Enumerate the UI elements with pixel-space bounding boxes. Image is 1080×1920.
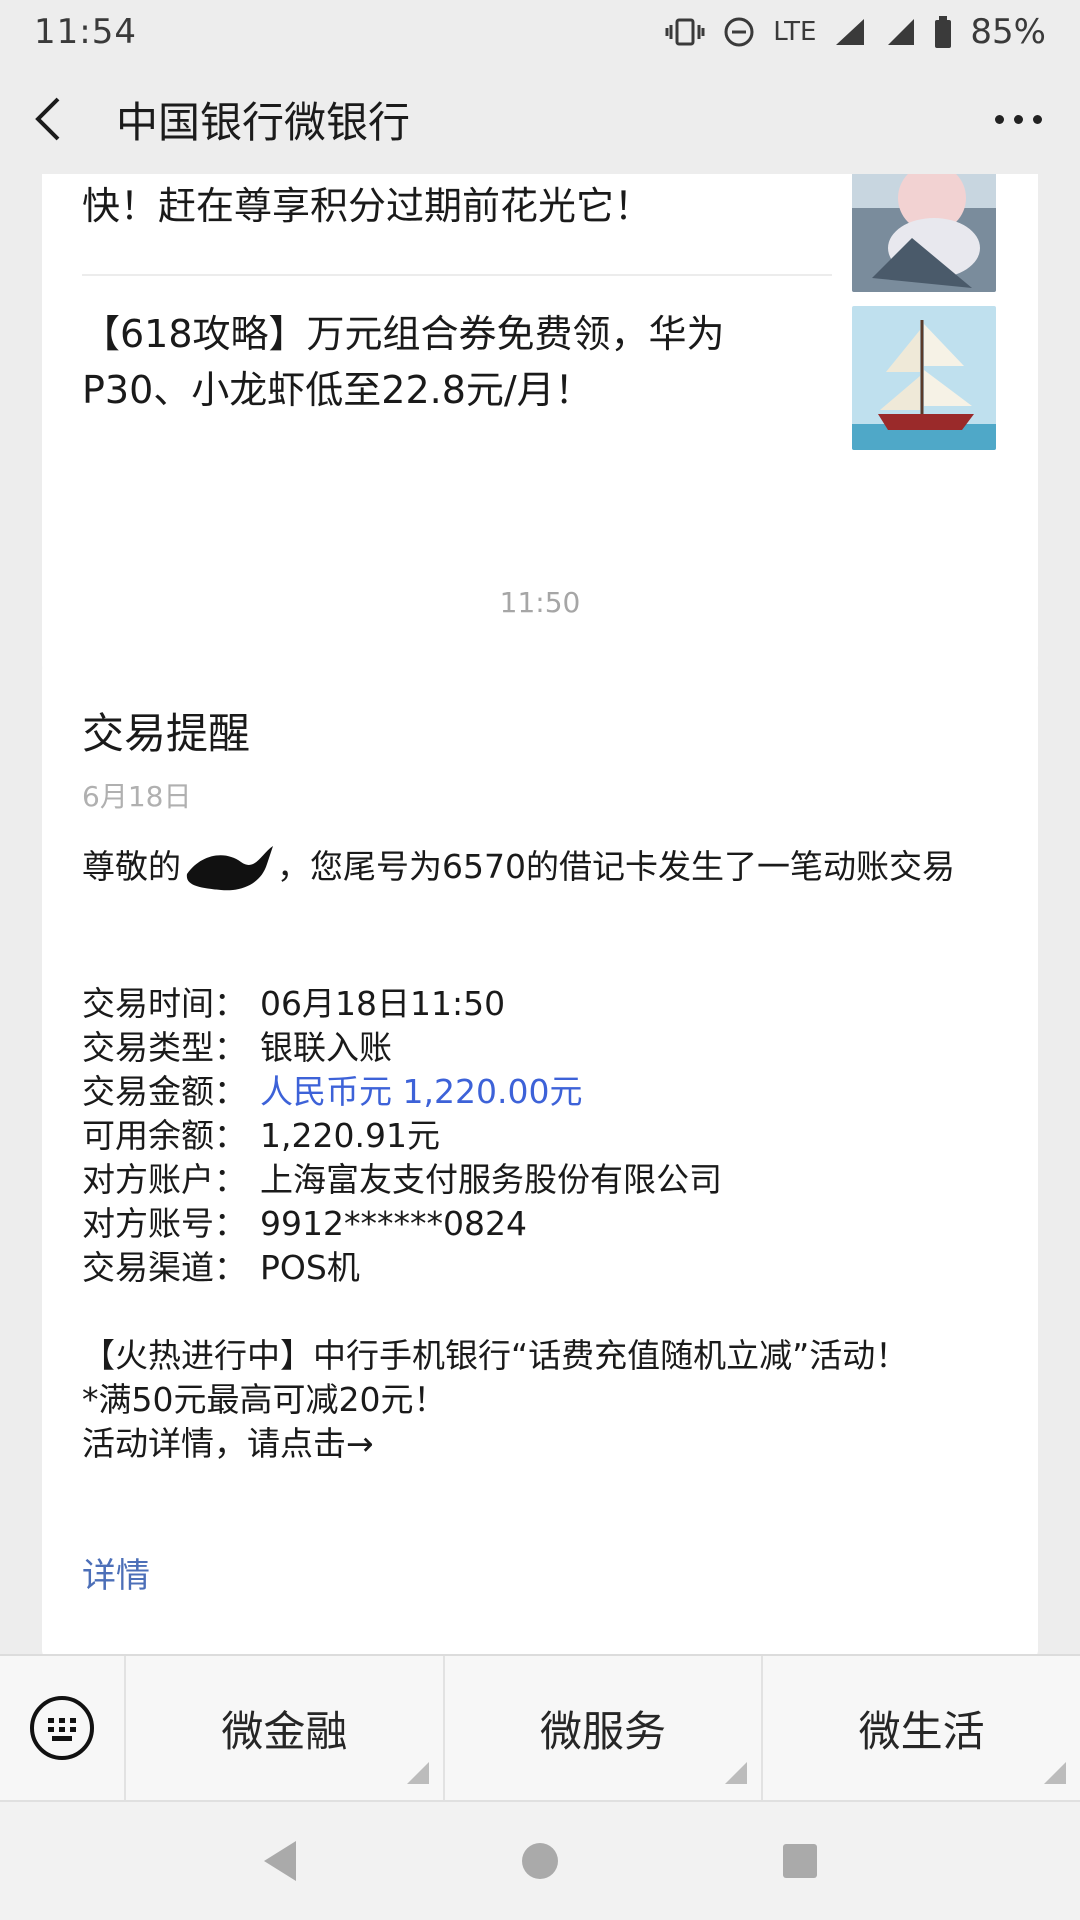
transaction-message-card[interactable]: 交易提醒 6月18日 尊敬的 ，您尾号为6570的借记卡发生了一笔动账交易 交易时…	[42, 660, 1038, 1654]
detail-value: 1,220.91元	[260, 1115, 440, 1155]
page-title: 中国银行微银行	[116, 97, 411, 147]
detail-value: 9912******0824	[260, 1203, 527, 1243]
detail-value: 银联入账	[260, 1027, 392, 1067]
message-date: 6月18日	[82, 780, 192, 813]
detail-value: 06月18日11:50	[260, 983, 506, 1023]
news-title: 快！赶在尊享积分过期前花光它！	[82, 184, 653, 228]
signal-icon-2	[886, 17, 916, 47]
circle-home-icon	[522, 1843, 558, 1879]
lte-label: LTE	[773, 17, 817, 47]
bottom-menu-bar: 微金融 微服务 微生活	[0, 1654, 1080, 1800]
nav-recents-button[interactable]	[770, 1831, 830, 1891]
menu-tab-label: 微生活	[858, 1706, 985, 1756]
detail-label: 交易类型：	[82, 1027, 247, 1067]
detail-label: 交易金额：	[82, 1071, 247, 1111]
more-dot-icon	[1032, 114, 1042, 124]
message-greeting: 尊敬的 ，您尾号为6570的借记卡发生了一笔动账交易	[82, 843, 998, 894]
back-button[interactable]	[32, 89, 76, 149]
vibrate-icon	[665, 17, 705, 47]
detail-label: 交易时间：	[82, 983, 247, 1023]
detail-value: 上海富友支付服务股份有限公司	[260, 1159, 722, 1199]
status-icons: LTE 85%	[665, 12, 1046, 52]
news-thumbnail-ship	[852, 306, 996, 450]
detail-value: POS机	[260, 1247, 360, 1287]
keyboard-toggle-button[interactable]	[0, 1656, 124, 1800]
news-item[interactable]: 【618攻略】万元组合券免费领，华为P30、小龙虾低至22.8元/月！	[82, 306, 998, 450]
nav-back-button[interactable]	[250, 1831, 310, 1891]
detail-row-channel: 交易渠道： POS机	[82, 1246, 998, 1290]
promo-text: 【火热进行中】中行手机银行“话费充值随机立减”活动！ *满50元最高可减20元！…	[82, 1334, 998, 1466]
status-bar: 11:54 LTE 85%	[0, 0, 1080, 64]
menu-tab-label: 微服务	[540, 1706, 667, 1756]
detail-row-time: 交易时间： 06月18日11:50	[82, 982, 998, 1026]
detail-row-type: 交易类型： 银联入账	[82, 1026, 998, 1070]
detail-value-amount: 人民币元 1,220.00元	[260, 1071, 583, 1111]
redaction-scribble	[181, 844, 277, 894]
message-timestamp: 11:50	[499, 586, 581, 619]
detail-row-counterparty: 对方账户： 上海富友支付服务股份有限公司	[82, 1158, 998, 1202]
battery-icon	[934, 16, 952, 48]
chat-content[interactable]: 快！赶在尊享积分过期前花光它！ 【618攻略】万元组合券免费领，华为P30、小龙…	[0, 174, 1080, 1654]
triangle-back-icon	[264, 1841, 296, 1881]
do-not-disturb-icon	[723, 16, 755, 48]
signal-icon	[834, 17, 868, 47]
promo-line: 活动详情，请点击→	[82, 1423, 374, 1463]
app-header: 中国银行微银行	[0, 64, 1080, 174]
chevron-left-icon	[35, 97, 60, 141]
submenu-indicator-icon	[725, 1762, 748, 1784]
detail-label: 对方账户：	[82, 1159, 247, 1199]
greeting-prefix: 尊敬的	[82, 847, 181, 886]
nav-home-button[interactable]	[510, 1831, 570, 1891]
transaction-details: 交易时间： 06月18日11:50 交易类型： 银联入账 交易金额： 人民币元 …	[82, 982, 998, 1290]
details-link[interactable]: 详情	[82, 1548, 150, 1597]
detail-row-account: 对方账号： 9912******0824	[82, 1202, 998, 1246]
battery-percent: 85%	[970, 12, 1046, 52]
menu-tab-life[interactable]: 微生活	[761, 1656, 1080, 1800]
submenu-indicator-icon	[1044, 1762, 1067, 1784]
detail-label: 可用余额：	[82, 1115, 247, 1155]
detail-label: 交易渠道：	[82, 1247, 247, 1287]
menu-tab-service[interactable]: 微服务	[442, 1656, 762, 1800]
keyboard-icon	[30, 1696, 94, 1760]
message-title: 交易提醒	[82, 709, 251, 758]
menu-tab-label: 微金融	[221, 1706, 348, 1756]
promo-line: *满50元最高可减20元！	[82, 1379, 447, 1419]
news-item[interactable]: 快！赶在尊享积分过期前花光它！	[82, 174, 998, 292]
square-recents-icon	[783, 1844, 817, 1878]
news-thumbnail-comic	[852, 174, 996, 292]
more-dot-icon	[994, 114, 1004, 124]
news-title: 【618攻略】万元组合券免费领，华为P30、小龙虾低至22.8元/月！	[82, 312, 725, 412]
detail-row-balance: 可用余额： 1,220.91元	[82, 1114, 998, 1158]
submenu-indicator-icon	[406, 1762, 429, 1784]
detail-label: 对方账号：	[82, 1203, 247, 1243]
system-nav-bar	[0, 1800, 1080, 1920]
detail-row-amount: 交易金额： 人民币元 1,220.00元	[82, 1070, 998, 1114]
menu-tab-finance[interactable]: 微金融	[124, 1656, 443, 1800]
status-time: 11:54	[34, 12, 137, 52]
more-dot-icon	[1013, 114, 1023, 124]
promo-line: 【火热进行中】中行手机银行“话费充值随机立减”活动！	[82, 1335, 909, 1375]
more-options-button[interactable]	[988, 89, 1048, 149]
greeting-suffix: ，您尾号为6570的借记卡发生了一笔动账交易	[277, 847, 955, 886]
divider	[82, 274, 832, 276]
